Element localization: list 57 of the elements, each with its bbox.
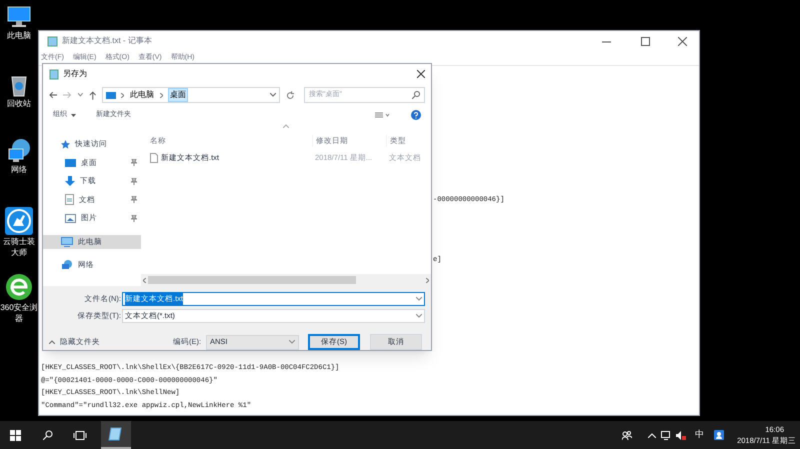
app-tray-icon[interactable] — [714, 430, 724, 440]
chevron-down-icon — [416, 314, 422, 318]
refresh-icon[interactable] — [286, 90, 294, 100]
chevron-right-icon — [121, 92, 124, 98]
maximize-icon[interactable] — [641, 36, 650, 46]
close-icon[interactable] — [417, 70, 425, 78]
desktop-icon-label[interactable]: 网络 — [11, 164, 27, 175]
notepad-icon — [47, 36, 58, 46]
text-file-icon — [150, 153, 158, 163]
monitor-icon — [65, 158, 76, 166]
network-monitor-icon[interactable] — [661, 430, 671, 440]
monitor-icon[interactable] — [6, 4, 32, 30]
muted-speaker-icon[interactable] — [676, 430, 686, 440]
chevron-down-icon — [289, 340, 295, 344]
chevron-right-icon — [160, 92, 164, 98]
breadcrumb-item[interactable]: 此电脑 — [129, 89, 156, 101]
chevron-down-icon — [71, 114, 76, 116]
address-bar[interactable]: 此电脑 桌面 — [102, 87, 280, 103]
back-arrow-icon[interactable] — [49, 91, 58, 99]
horizontal-scrollbar[interactable] — [141, 274, 431, 286]
monitor-icon — [61, 236, 73, 246]
up-arrow-icon[interactable] — [88, 90, 96, 100]
chevron-up-icon[interactable] — [648, 432, 656, 438]
task-view-icon[interactable] — [73, 430, 87, 440]
desktop-icon-label[interactable]: 此电脑 — [7, 30, 31, 41]
help-icon[interactable] — [411, 110, 421, 120]
search-icon[interactable] — [43, 430, 53, 440]
notepad-icon — [49, 68, 59, 80]
people-icon[interactable] — [622, 430, 632, 440]
chevron-down-icon — [416, 297, 422, 301]
desktop-icon-label[interactable]: 大师 — [11, 247, 27, 258]
notepad-icon — [108, 426, 124, 442]
e-browser-icon[interactable] — [4, 272, 34, 302]
taskbar-app-button[interactable] — [101, 421, 131, 449]
globe-monitor-icon[interactable] — [6, 138, 32, 164]
scroll-right-icon[interactable] — [426, 278, 429, 282]
chevron-down-icon[interactable] — [78, 93, 83, 97]
desktop-icon-label[interactable]: 回收站 — [7, 98, 31, 109]
windows-start-icon[interactable] — [10, 430, 21, 440]
monitor-icon — [106, 92, 116, 98]
desktop-icon-label[interactable]: 云骑士装 — [3, 236, 35, 247]
dialog-title: 另存为 — [63, 68, 87, 80]
star-icon — [61, 140, 70, 148]
breadcrumb-item[interactable]: 桌面 — [168, 88, 188, 102]
close-icon[interactable] — [678, 36, 687, 46]
desktop-icon-label[interactable]: 器 — [15, 313, 23, 324]
image-icon — [65, 214, 76, 222]
scroll-left-icon[interactable] — [143, 278, 146, 282]
document-icon — [65, 194, 74, 205]
input-method-indicator[interactable]: 中 — [695, 428, 704, 442]
view-options-icon[interactable] — [375, 112, 391, 118]
desktop-icon-label[interactable]: 360安全浏 — [0, 302, 38, 313]
down-arrow-icon — [65, 176, 75, 186]
network-icon — [61, 260, 73, 270]
window-title: 新建文本文档.txt - 记事本 — [62, 35, 152, 47]
chevron-down-icon[interactable] — [270, 93, 276, 97]
chevron-up-icon — [49, 340, 55, 344]
